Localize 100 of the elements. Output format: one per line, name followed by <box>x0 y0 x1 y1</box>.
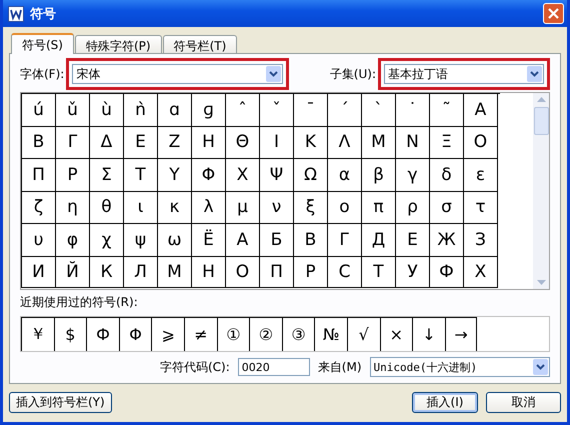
symbol-cell[interactable]: ψ <box>124 224 158 256</box>
symbol-cell[interactable]: ζ <box>22 192 56 224</box>
symbol-cell[interactable]: ι <box>124 192 158 224</box>
symbol-cell[interactable]: Γ <box>56 126 90 159</box>
symbol-cell[interactable]: С <box>328 256 362 288</box>
recent-symbol-cell[interactable]: ↓ <box>412 317 445 351</box>
symbol-cell[interactable]: ɡ <box>192 94 226 126</box>
symbol-cell[interactable]: Μ <box>362 126 396 159</box>
scrollbar[interactable] <box>533 93 549 289</box>
symbol-cell[interactable]: Ι <box>260 126 294 159</box>
symbol-cell[interactable]: О <box>226 256 260 288</box>
symbol-cell[interactable]: ˋ <box>362 94 396 126</box>
symbol-cell[interactable]: τ <box>464 192 498 224</box>
symbol-cell[interactable]: η <box>56 192 90 224</box>
symbol-cell[interactable]: Ё <box>192 224 226 256</box>
recent-symbol-cell[interactable]: √ <box>346 317 380 351</box>
symbol-cell[interactable]: Λ <box>328 126 362 159</box>
symbol-cell[interactable]: Т <box>362 256 396 288</box>
symbol-cell[interactable]: ξ <box>294 192 328 224</box>
recent-symbol-cell[interactable]: ① <box>216 317 250 351</box>
symbol-cell[interactable]: ˙ <box>396 94 430 126</box>
recent-symbol-cell[interactable]: $ <box>54 317 86 351</box>
symbol-cell[interactable]: θ <box>90 192 124 224</box>
symbol-cell[interactable]: Л <box>124 256 158 288</box>
symbol-cell[interactable]: Υ <box>158 159 192 192</box>
symbol-cell[interactable]: Ψ <box>260 159 294 192</box>
symbol-cell[interactable]: В <box>294 224 328 256</box>
symbol-cell[interactable]: Φ <box>192 159 226 192</box>
symbol-cell[interactable]: А <box>226 224 260 256</box>
symbol-cell[interactable]: Ж <box>430 224 464 256</box>
symbol-cell[interactable]: δ <box>430 159 464 192</box>
symbol-cell[interactable]: ρ <box>396 192 430 224</box>
char-code-field[interactable]: 0020 <box>238 358 310 376</box>
recent-symbol-cell[interactable]: × <box>380 317 412 351</box>
insert-button[interactable]: 插入(I) <box>412 392 478 413</box>
symbol-cell[interactable]: М <box>158 256 192 288</box>
symbol-cell[interactable]: П <box>260 256 294 288</box>
symbol-cell[interactable]: χ <box>90 224 124 256</box>
recent-symbol-cell[interactable]: ② <box>249 317 282 351</box>
symbol-cell[interactable]: ˆ <box>226 94 260 126</box>
recent-symbol-cell[interactable]: ￥ <box>21 317 54 351</box>
recent-symbol-cell[interactable]: ≠ <box>184 317 217 351</box>
tab[interactable]: 特殊字符(P) <box>74 35 162 53</box>
symbol-cell[interactable]: ο <box>328 192 362 224</box>
symbol-cell[interactable]: γ <box>396 159 430 192</box>
scroll-thumb[interactable] <box>534 107 548 135</box>
symbol-cell[interactable]: Н <box>192 256 226 288</box>
symbol-cell[interactable]: Π <box>22 159 56 192</box>
symbol-cell[interactable]: ǔ <box>56 94 90 126</box>
symbol-cell[interactable]: Ω <box>294 159 328 192</box>
symbol-cell[interactable]: Р <box>294 256 328 288</box>
recent-symbol-cell[interactable]: ③ <box>282 317 314 351</box>
symbol-cell[interactable]: Г <box>328 224 362 256</box>
symbol-cell[interactable]: ω <box>158 224 192 256</box>
cancel-button[interactable]: 取消 <box>486 392 561 413</box>
symbol-cell[interactable]: ε <box>464 159 498 192</box>
symbol-cell[interactable]: К <box>90 256 124 288</box>
subset-dropdown[interactable]: 基本拉丁语 <box>384 64 544 84</box>
symbol-cell[interactable]: Й <box>56 256 90 288</box>
symbol-cell[interactable]: ν <box>260 192 294 224</box>
symbol-cell[interactable]: Ν <box>396 126 430 159</box>
close-button[interactable] <box>543 3 564 24</box>
symbol-cell[interactable]: Θ <box>226 126 260 159</box>
scroll-up-arrow-icon[interactable] <box>536 97 546 102</box>
tab[interactable]: 符号(S) <box>11 33 74 54</box>
symbol-cell[interactable]: ú <box>22 94 56 126</box>
symbol-cell[interactable]: Β <box>22 126 56 159</box>
symbol-cell[interactable]: Е <box>396 224 430 256</box>
source-dropdown[interactable]: Unicode(十六进制) <box>370 357 550 377</box>
symbol-cell[interactable]: Σ <box>90 159 124 192</box>
recent-symbol-cell[interactable]: ⩾ <box>151 317 184 351</box>
symbol-cell[interactable]: Ξ <box>430 126 464 159</box>
symbol-cell[interactable]: π <box>362 192 396 224</box>
symbol-cell[interactable]: ˊ <box>328 94 362 126</box>
symbol-cell[interactable]: Α <box>464 94 498 126</box>
symbol-cell[interactable]: υ <box>22 224 56 256</box>
symbol-cell[interactable]: ˇ <box>260 94 294 126</box>
symbol-cell[interactable]: Ф <box>430 256 464 288</box>
symbol-cell[interactable]: Χ <box>226 159 260 192</box>
symbol-cell[interactable]: Ε <box>124 126 158 159</box>
symbol-cell[interactable]: μ <box>226 192 260 224</box>
symbol-cell[interactable]: Б <box>260 224 294 256</box>
symbol-cell[interactable]: Ρ <box>56 159 90 192</box>
symbol-cell[interactable]: φ <box>56 224 90 256</box>
symbol-cell[interactable]: β <box>362 159 396 192</box>
symbol-cell[interactable]: ǹ <box>124 94 158 126</box>
symbol-cell[interactable]: Ο <box>464 126 498 159</box>
symbol-cell[interactable]: σ <box>430 192 464 224</box>
symbol-cell[interactable]: Τ <box>124 159 158 192</box>
symbol-cell[interactable]: У <box>396 256 430 288</box>
symbol-cell[interactable]: κ <box>158 192 192 224</box>
font-dropdown[interactable]: 宋体 <box>72 64 284 84</box>
symbol-cell[interactable]: Ζ <box>158 126 192 159</box>
symbol-cell[interactable]: И <box>22 256 56 288</box>
recent-symbol-cell[interactable]: № <box>314 317 347 351</box>
symbol-cell[interactable]: Η <box>192 126 226 159</box>
symbol-cell[interactable]: ɑ <box>158 94 192 126</box>
symbol-cell[interactable]: λ <box>192 192 226 224</box>
recent-symbol-cell[interactable]: → <box>444 317 478 351</box>
symbol-cell[interactable]: ˉ <box>294 94 328 126</box>
